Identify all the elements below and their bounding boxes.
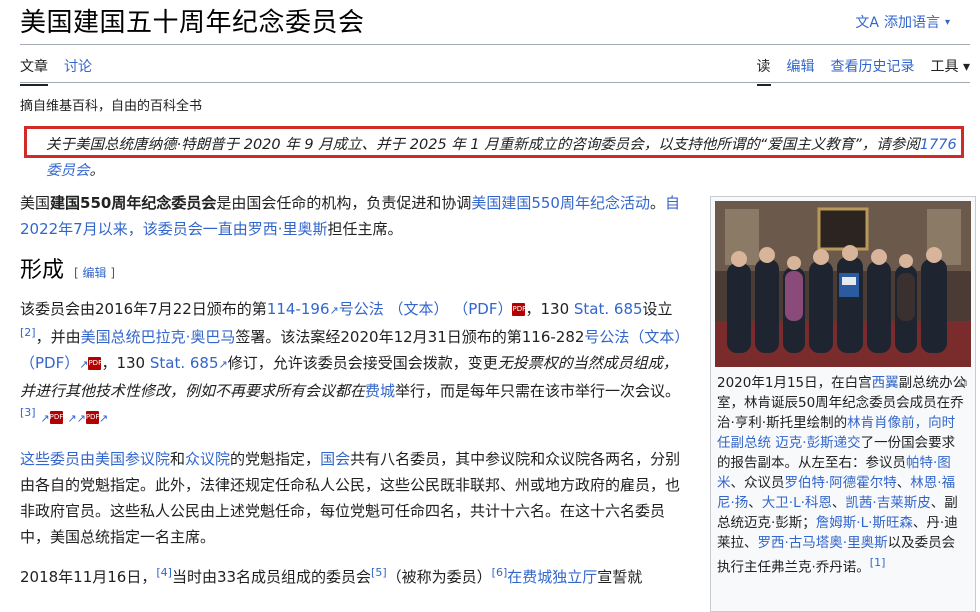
p3-link-independence-hall[interactable]: 在费城独立厅: [507, 568, 597, 586]
citation-link[interactable]: [5]: [371, 566, 387, 579]
caption-link-cohen[interactable]: 大卫·L·科恩: [762, 495, 832, 511]
caption-text: 、: [896, 475, 911, 491]
intro-text: 美国: [20, 194, 51, 212]
chevron-down-icon: ▾: [944, 16, 950, 28]
caption-link-west-wing[interactable]: 西翼: [872, 375, 899, 391]
hatnote: 关于美国总统唐纳德·特朗普于 2020 年 9 月成立、并于 2025 年 1 …: [46, 132, 971, 184]
external-link-icon: ↗: [218, 358, 228, 371]
caption-text: 、: [748, 495, 762, 511]
article-body: 美国建国550周年纪念委员会是由国会任命的机构，负责促进和协调美国建国550周年…: [20, 190, 690, 604]
group-photo[interactable]: [715, 201, 971, 367]
caption-link-rios[interactable]: 罗西·古马塔奥·里奥斯: [758, 535, 888, 551]
namespace-tabs: 文章 讨论: [20, 52, 92, 86]
caption-link-aderholt[interactable]: 罗伯特·阿德霍尔特: [785, 475, 897, 491]
p3-text: 2018年11月16日，: [20, 568, 157, 586]
photo-caption: ⧉ 2020年1月15日，在白宫西翼副总统办公室，林肯诞辰50周年纪念委员会成员…: [717, 373, 967, 578]
p1-link-public-law[interactable]: 号公法 （文本） （PDF）: [339, 300, 513, 318]
site-tagline: 摘自维基百科，自由的百科全书: [20, 99, 203, 114]
p1-text: ，130: [525, 300, 574, 318]
add-language-button[interactable]: 文A 添加语言 ▾: [855, 12, 950, 32]
caption-text: 、: [831, 495, 846, 511]
pdf-icon: PDF: [88, 357, 102, 370]
external-link-icon[interactable]: ↗: [67, 412, 76, 425]
p2-text: 和: [170, 450, 186, 468]
add-language-label: 添加语言: [883, 15, 940, 31]
tabs-divider: [20, 82, 970, 83]
external-link-icon[interactable]: ↗: [77, 412, 86, 425]
tab-talk[interactable]: 讨论: [64, 52, 92, 86]
p1-text: ，并由: [35, 328, 81, 346]
chevron-down-icon: ▾: [962, 59, 970, 75]
intro-paragraph: 美国建国550周年纪念委员会是由国会任命的机构，负责促进和协调美国建国550周年…: [20, 190, 690, 242]
p2-text: 的党魁指定，: [230, 450, 321, 468]
p3-text: （被称为委员）: [386, 568, 492, 586]
title-divider: [20, 44, 970, 45]
p1-link-obama[interactable]: 美国总统巴拉克·奥巴马: [81, 328, 236, 346]
pdf-icon[interactable]: PDF: [49, 411, 63, 424]
p3-text: 当时由33名成员组成的委员会: [171, 568, 372, 586]
hatnote-end: 。: [89, 163, 105, 179]
section-edit-link[interactable]: 编辑: [83, 266, 107, 280]
p1-text: 修订，允许该委员会接受国会拨款，变更: [227, 354, 498, 372]
caption-text: 、众议员: [730, 475, 785, 491]
citation-link[interactable]: [4]: [156, 566, 172, 579]
photo-illustration: [715, 201, 971, 367]
formation-paragraph-2: 这些委员由美国参议院和众议院的党魁指定，国会共有八名委员，其中参议院和众议院各两…: [20, 446, 690, 550]
p3-text: 宣誓就: [597, 568, 643, 586]
edit-bracket: [: [74, 266, 83, 280]
p1-text: 举行，而是每年只需在该市举行一次会议。: [395, 382, 681, 400]
infobox-figure: ⧉ 2020年1月15日，在白宫西翼副总统办公室，林肯诞辰50周年纪念委员会成员…: [710, 196, 976, 612]
formation-paragraph-3: 2018年11月16日，[4]当时由33名成员组成的委员会[5]（被称为委员）[…: [20, 564, 690, 590]
citation-link[interactable]: [2]: [20, 326, 36, 339]
tab-read[interactable]: 读: [756, 52, 771, 86]
tab-edit[interactable]: 编辑: [787, 52, 815, 84]
p1-link-law[interactable]: 114-196: [267, 300, 330, 318]
intro-text: 是由国会任命的机构，负责促进和协调: [216, 194, 472, 212]
external-link-icon[interactable]: ↗: [99, 412, 108, 425]
p1-text: 设立: [642, 300, 673, 318]
tab-article[interactable]: 文章: [20, 52, 48, 86]
formation-paragraph-1: 该委员会由2016年7月22日颁布的第114-196↗号公法 （文本） （PDF…: [20, 296, 690, 432]
citation-link[interactable]: [3]: [20, 406, 36, 419]
p1-text: ，130: [101, 354, 150, 372]
p1-link-stat[interactable]: Stat. 685: [574, 300, 643, 318]
p2-link-congress[interactable]: 国会: [320, 450, 350, 468]
section-edit: [ 编辑 ]: [74, 260, 115, 286]
external-link-icon: ↗: [79, 358, 89, 371]
tab-history[interactable]: 查看历史记录: [831, 52, 915, 84]
intro-link-anniversary[interactable]: 美国建国550周年纪念活动: [471, 194, 650, 212]
tools-label: 工具: [930, 59, 959, 75]
citation-link[interactable]: [6]: [492, 566, 508, 579]
view-tabs: 读 编辑 查看历史记录 工具 ▾: [756, 52, 970, 86]
citation-link[interactable]: [1]: [870, 556, 886, 569]
edit-bracket: ]: [106, 266, 116, 280]
intro-text: 担任主席。: [327, 220, 403, 238]
caption-text: 2020年1月15日，在白宫: [717, 375, 872, 391]
expand-icon[interactable]: ⧉: [959, 373, 967, 393]
p1-link-philadelphia[interactable]: 费城: [365, 382, 395, 400]
page-title: 美国建国五十周年纪念委员会: [20, 8, 365, 38]
p1-text: 签署。该法案经2020年12月31日颁布的第116-282: [235, 328, 585, 346]
hatnote-text: 关于美国总统唐纳德·特朗普于 2020 年 9 月成立、并于 2025 年 1 …: [46, 137, 920, 153]
intro-bold-term: 建国550周年纪念委员会: [50, 194, 217, 212]
p1-text: 该委员会由2016年7月22日颁布的第: [20, 300, 267, 318]
pdf-icon: PDF: [512, 303, 526, 316]
p1-link-stat-2[interactable]: Stat. 685: [150, 354, 219, 372]
p2-link-house[interactable]: 众议院: [185, 450, 230, 468]
caption-link-gillespie[interactable]: 凯茜·吉莱斯皮: [845, 495, 930, 511]
translate-icon: 文A: [855, 15, 879, 31]
caption-link-swanson[interactable]: 詹姆斯·L·斯旺森: [816, 515, 913, 531]
tools-menu[interactable]: 工具 ▾: [931, 52, 970, 84]
external-link-icon: ↗: [329, 304, 339, 317]
section-heading: 形成 [ 编辑 ]: [20, 258, 690, 286]
pdf-icon[interactable]: PDF: [85, 411, 99, 424]
p2-link-senate[interactable]: 这些委员由美国参议院: [20, 450, 170, 468]
external-link-icon[interactable]: ↗: [40, 412, 49, 425]
intro-text: 。: [649, 194, 665, 212]
section-heading-text: 形成: [20, 258, 65, 283]
